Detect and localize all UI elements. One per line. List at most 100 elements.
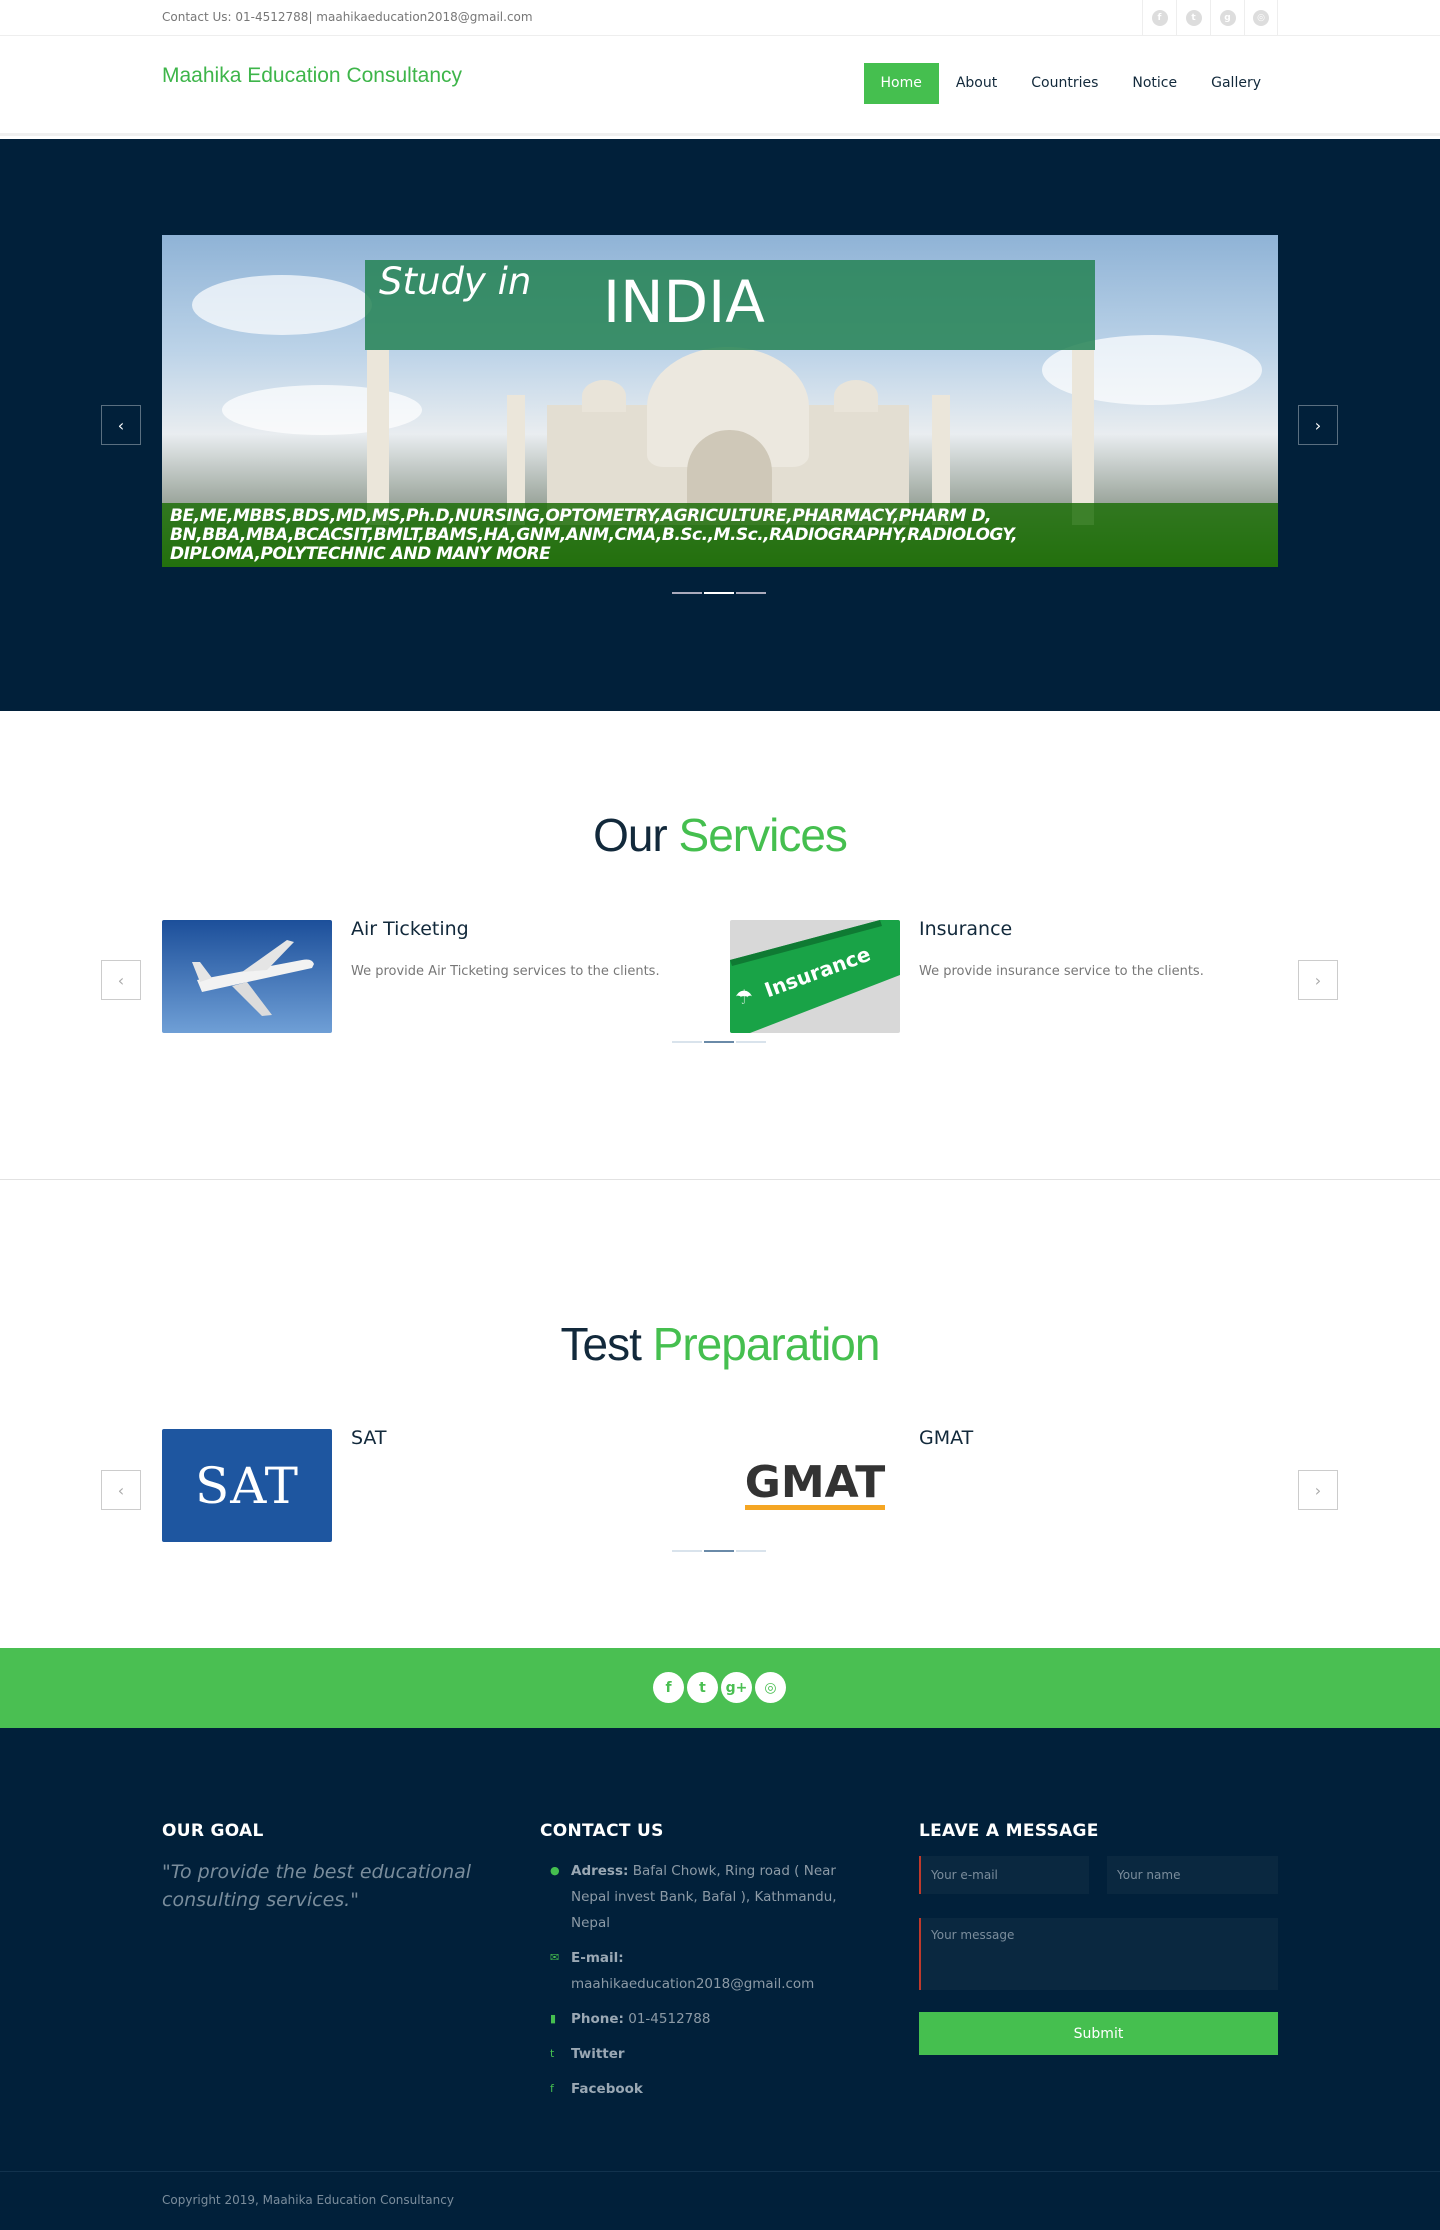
name-field[interactable]	[1107, 1856, 1278, 1894]
service-text: We provide Air Ticketing services to the…	[351, 964, 660, 979]
social-icons: f t g+ ◎	[653, 1672, 786, 1703]
top-instagram-link[interactable]: ◎	[1244, 0, 1278, 35]
top-contact-text: Contact Us: 01-4512788| maahikaeducation…	[162, 10, 533, 24]
pagination-dot[interactable]	[736, 1041, 766, 1043]
pagination-dot[interactable]	[672, 1550, 702, 1552]
services-title: Our Services	[593, 809, 848, 861]
small-dome	[582, 380, 626, 412]
chevron-right-icon: ›	[1314, 1480, 1322, 1500]
main-nav: Home About Countries Notice Gallery	[863, 63, 1279, 104]
contact-address: ● Adress: Bafal Chowk, Ring road ( Near …	[540, 1858, 870, 1936]
test-prep-prev-arrow[interactable]: ‹	[101, 1470, 141, 1510]
test-title[interactable]: GMAT	[919, 1427, 973, 1449]
message-field[interactable]	[919, 1918, 1278, 1990]
contact-email: ✉ E-mail: maahikaeducation2018@gmail.com	[540, 1945, 870, 1997]
pagination-dot[interactable]	[736, 1550, 766, 1552]
contact-info: ● Adress: Bafal Chowk, Ring road ( Near …	[540, 1858, 870, 2111]
courses-line: BE,ME,MBBS,BDS,MD,MS,Ph.D,NURSING,OPTOME…	[170, 506, 992, 526]
cloud	[192, 275, 372, 335]
insurance-image: Insurance ☂	[730, 920, 900, 1033]
site-header: Maahika Education Consultancy Home About…	[0, 36, 1440, 136]
pagination-dot[interactable]	[672, 592, 702, 594]
services-prev-arrow[interactable]: ‹	[101, 960, 141, 1000]
air-ticketing-image	[162, 920, 332, 1033]
sat-logo: SAT	[162, 1429, 332, 1542]
top-facebook-link[interactable]: f	[1142, 0, 1176, 35]
facebook-icon[interactable]: f	[653, 1672, 684, 1703]
contact-phone: ▮ Phone: 01-4512788	[540, 2006, 870, 2032]
hero-next-arrow[interactable]: ›	[1298, 405, 1338, 445]
gmat-logo: GMAT	[730, 1429, 900, 1542]
top-social-links: f t g ◎	[1142, 0, 1278, 35]
hero-prev-arrow[interactable]: ‹	[101, 405, 141, 445]
slide-title-big: INDIA	[603, 268, 765, 336]
pagination-dot-active[interactable]	[704, 592, 734, 594]
nav-countries[interactable]: Countries	[1014, 63, 1115, 104]
courses-line: DIPLOMA,POLYTECHNIC AND MANY MORE	[170, 544, 551, 564]
nav-about[interactable]: About	[939, 63, 1014, 104]
contact-twitter[interactable]: t Twitter	[540, 2041, 870, 2067]
site-logo[interactable]: Maahika Education Consultancy	[162, 64, 462, 88]
hero-slide-image: Study in INDIA BE,ME,MBBS,BDS,MD,MS,Ph.D…	[162, 235, 1278, 567]
chevron-left-icon: ‹	[117, 970, 125, 990]
service-text: We provide insurance service to the clie…	[919, 964, 1204, 979]
test-title[interactable]: SAT	[351, 1427, 387, 1449]
hero-slider: ‹ › Study in INDIA BE,ME,MBBS,BDS,MD,MS,…	[0, 139, 1440, 711]
site-footer: OUR GOAL "To provide the best educationa…	[0, 1728, 1440, 2230]
nav-home[interactable]: Home	[863, 63, 939, 104]
instagram-icon: ◎	[1253, 9, 1269, 26]
service-title[interactable]: Air Ticketing	[351, 918, 469, 940]
envelope-icon: ✉	[550, 1951, 560, 1964]
chevron-right-icon: ›	[1314, 415, 1322, 435]
google-plus-icon: g	[1219, 9, 1236, 26]
goal-heading: OUR GOAL	[162, 1821, 264, 1841]
social-bar: f t g+ ◎	[0, 1648, 1440, 1728]
slide-title-small: Study in	[379, 260, 532, 303]
service-title[interactable]: Insurance	[919, 918, 1012, 940]
umbrella-icon: ☂	[735, 985, 753, 1009]
minaret	[1072, 350, 1094, 525]
contact-facebook[interactable]: f Facebook	[540, 2076, 870, 2102]
top-google-plus-link[interactable]: g	[1210, 0, 1244, 35]
slide-banner: Study in INDIA	[365, 260, 1095, 350]
cloud	[222, 385, 422, 435]
hero-pagination	[672, 592, 766, 594]
twitter-icon: t	[1185, 9, 1202, 26]
test-prep-next-arrow[interactable]: ›	[1298, 1470, 1338, 1510]
chevron-left-icon: ‹	[117, 415, 125, 435]
slide-courses: BE,ME,MBBS,BDS,MD,MS,Ph.D,NURSING,OPTOME…	[162, 503, 1278, 567]
goal-text: "To provide the best educational consult…	[162, 1861, 472, 1911]
map-pin-icon: ●	[550, 1864, 560, 1877]
top-bar: Contact Us: 01-4512788| maahikaeducation…	[0, 0, 1440, 36]
instagram-icon[interactable]: ◎	[755, 1672, 786, 1703]
message-heading: LEAVE A MESSAGE	[919, 1821, 1099, 1841]
phone-icon: ▮	[550, 2012, 557, 2025]
google-plus-icon[interactable]: g+	[721, 1672, 752, 1703]
pagination-dot[interactable]	[672, 1041, 702, 1043]
nav-notice[interactable]: Notice	[1115, 63, 1194, 104]
services-pagination	[672, 1041, 766, 1043]
chevron-left-icon: ‹	[117, 1480, 125, 1500]
email-field[interactable]	[919, 1856, 1089, 1894]
chevron-right-icon: ›	[1314, 970, 1322, 990]
test-prep-pagination	[672, 1550, 766, 1552]
test-prep-title: Test Preparation	[560, 1318, 881, 1370]
copyright: Copyright 2019, Maahika Education Consul…	[162, 2193, 454, 2207]
facebook-icon: f	[1151, 9, 1168, 26]
top-twitter-link[interactable]: t	[1176, 0, 1210, 35]
small-dome	[834, 380, 878, 412]
pagination-dot-active[interactable]	[704, 1041, 734, 1043]
pagination-dot[interactable]	[736, 592, 766, 594]
services-next-arrow[interactable]: ›	[1298, 960, 1338, 1000]
submit-button[interactable]: Submit	[919, 2012, 1278, 2055]
facebook-icon: f	[550, 2082, 554, 2095]
airplane-icon	[192, 940, 314, 1016]
pagination-dot-active[interactable]	[704, 1550, 734, 1552]
twitter-icon: t	[550, 2047, 555, 2060]
courses-line: BN,BBA,MBA,BCACSIT,BMLT,BAMS,HA,GNM,ANM,…	[170, 525, 1018, 545]
section-divider	[0, 1179, 1440, 1180]
nav-gallery[interactable]: Gallery	[1194, 63, 1278, 104]
minaret	[367, 350, 389, 525]
footer-divider	[0, 2171, 1440, 2172]
twitter-icon[interactable]: t	[687, 1672, 718, 1703]
